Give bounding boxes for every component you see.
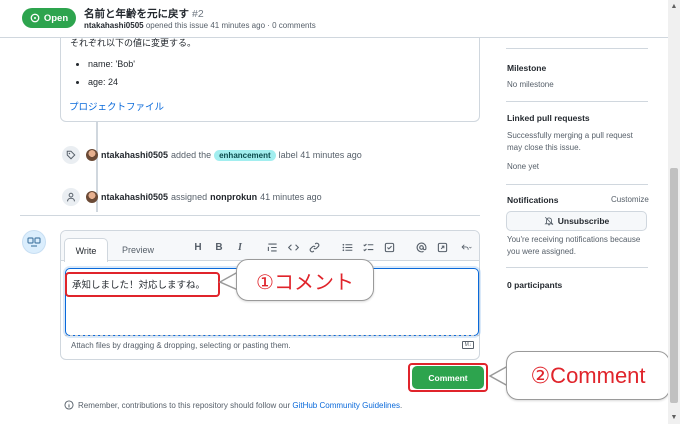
attach-files-bar[interactable]: Attach files by dragging & dropping, sel…	[65, 335, 479, 355]
notification-reason-2: you were assigned.	[507, 247, 576, 256]
scrollbar-thumb[interactable]	[670, 168, 678, 403]
event-actor[interactable]: ntakahashi0505	[101, 192, 168, 202]
tab-write[interactable]: Write	[64, 238, 108, 262]
enhancement-label[interactable]: enhancement	[214, 149, 276, 161]
unsubscribe-button[interactable]: Unsubscribe	[506, 211, 647, 231]
body-bullet-list: name: 'Bob' age: 24	[88, 59, 135, 95]
notification-reason-1: You're receiving notifications because	[507, 235, 641, 244]
markdown-icon: M↓	[462, 341, 474, 349]
annotation-callout-comment: ①コメント	[236, 259, 374, 301]
comment-divider	[20, 215, 480, 216]
assign-event: ntakahashi0505 assigned nonprokun 41 min…	[86, 191, 322, 203]
sidebar-divider	[506, 101, 648, 102]
issue-author[interactable]: ntakahashi0505	[84, 21, 144, 30]
list-item: name: 'Bob'	[88, 59, 135, 69]
event-verb: added the	[171, 150, 212, 160]
issue-title-text: 名前と年齢を元に戻す	[84, 8, 189, 20]
remember-text: Remember, contributions to this reposito…	[78, 400, 291, 410]
issue-state-label: Open	[43, 12, 69, 24]
label-event: ntakahashi0505 added the enhancement lab…	[86, 149, 362, 161]
event-verb: assigned	[171, 192, 208, 202]
milestone-heading[interactable]: Milestone	[507, 63, 546, 73]
issue-number: #2	[192, 8, 204, 20]
project-file-link[interactable]: プロジェクトファイル	[69, 99, 164, 113]
linked-pr-value: None yet	[507, 162, 540, 171]
code-icon[interactable]	[286, 240, 300, 254]
avatar[interactable]	[86, 149, 98, 161]
annotation-callout-comment-button: ②Comment	[506, 351, 670, 400]
issue-open-icon	[30, 13, 40, 23]
task-list-icon[interactable]	[361, 240, 375, 254]
scroll-down-arrow-icon[interactable]: ▼	[669, 412, 679, 422]
mention-icon[interactable]	[414, 240, 428, 254]
attach-hint: Attach files by dragging & dropping, sel…	[71, 341, 291, 350]
info-icon	[64, 400, 74, 410]
heading-button[interactable]: H	[191, 240, 205, 254]
scroll-up-arrow-icon[interactable]: ▲	[669, 1, 679, 11]
milestone-value: No milestone	[507, 80, 554, 89]
italic-button[interactable]: I	[233, 240, 247, 254]
sidebar-divider	[506, 48, 648, 49]
comment-submit-button[interactable]: Comment	[412, 366, 484, 389]
issue-meta-text: opened this issue 41 minutes ago · 0 com…	[145, 21, 316, 30]
checkbox-icon[interactable]	[382, 240, 396, 254]
unordered-list-icon[interactable]	[340, 240, 354, 254]
community-guidelines-link[interactable]: GitHub Community Guidelines	[292, 401, 400, 410]
avatar[interactable]	[86, 191, 98, 203]
customize-link[interactable]: Customize	[611, 194, 649, 206]
sidebar-divider	[506, 267, 648, 268]
remember-note: Remember, contributions to this reposito…	[64, 400, 402, 410]
event-actor[interactable]: ntakahashi0505	[101, 150, 168, 160]
reference-icon[interactable]	[435, 240, 449, 254]
remember-tail: .	[399, 400, 403, 410]
comment-highlight-box	[65, 272, 220, 297]
tab-preview[interactable]: Preview	[114, 238, 162, 262]
issue-title: 名前と年齢を元に戻す #2	[84, 6, 204, 21]
reply-icon[interactable]	[456, 240, 476, 254]
current-user-avatar[interactable]	[22, 230, 46, 254]
event-tail: label 41 minutes ago	[278, 150, 362, 160]
notifications-heading: Notifications	[507, 195, 559, 205]
linked-pr-desc-1: Successfully merging a pull request	[507, 131, 633, 140]
person-icon	[62, 188, 80, 206]
event-assignee[interactable]: nonprokun	[210, 192, 257, 202]
linked-pr-desc-2: may close this issue.	[507, 143, 581, 152]
unsubscribe-label: Unsubscribe	[557, 216, 610, 226]
list-item: age: 24	[88, 77, 135, 87]
quote-icon[interactable]	[265, 240, 279, 254]
participants-heading: 0 participants	[507, 280, 563, 290]
avatar-face-icon	[27, 237, 41, 247]
bell-slash-icon	[544, 216, 554, 226]
linked-pr-heading[interactable]: Linked pull requests	[507, 113, 590, 123]
sidebar-divider	[506, 184, 648, 185]
event-tail: 41 minutes ago	[260, 192, 322, 202]
bold-button[interactable]: B	[212, 240, 226, 254]
link-icon[interactable]	[307, 240, 321, 254]
tag-icon	[62, 146, 80, 164]
issue-state-badge: Open	[22, 8, 76, 28]
issue-meta: ntakahashi0505 opened this issue 41 minu…	[84, 21, 316, 30]
